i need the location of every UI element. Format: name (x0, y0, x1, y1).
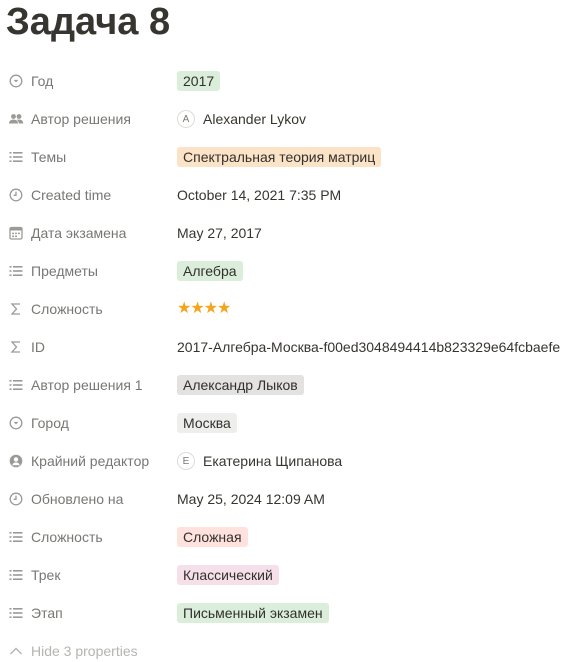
avatar: E (177, 452, 195, 470)
property-value-id[interactable]: 2017-Алгебра-Москва-f00ed3048494414b8233… (177, 328, 560, 366)
property-value-year[interactable]: 2017 (177, 62, 221, 100)
property-row-id: ID 2017-Алгебра-Москва-f00ed3048494414b8… (0, 328, 581, 366)
people-icon (8, 111, 24, 127)
property-label: Обновлено на (31, 491, 124, 507)
property-label: Этап (31, 605, 63, 621)
property-name-subjects[interactable]: Предметы (6, 252, 171, 290)
property-value-stage[interactable]: Письменный экзамен (177, 594, 329, 632)
property-name-topics[interactable]: Темы (6, 138, 171, 176)
avatar: A (177, 110, 195, 128)
property-row-topics: Темы Спектральная теория матриц (0, 138, 581, 176)
property-name-difficulty[interactable]: Сложность (6, 518, 171, 556)
property-label: Created time (31, 187, 112, 203)
property-value-updated-at[interactable]: May 25, 2024 12:09 AM (177, 480, 325, 518)
clock-icon (8, 491, 24, 507)
city-tag: Москва (177, 413, 237, 433)
chevron-up-icon (8, 643, 24, 659)
property-label: Предметы (31, 263, 98, 279)
property-row-city: Город Москва (0, 404, 581, 442)
sigma-icon (8, 301, 24, 317)
subject-tag: Алгебра (177, 261, 243, 281)
property-value-difficulty-rating[interactable]: ★★★★ (177, 290, 231, 328)
difficulty-tag: Сложная (177, 527, 248, 547)
property-row-stage: Этап Письменный экзамен (0, 594, 581, 632)
properties-list: Год 2017 Автор решения A Alexander Lykov… (0, 62, 581, 632)
property-value-last-editor[interactable]: E Екатерина Щипанова (177, 442, 342, 480)
property-value-city[interactable]: Москва (177, 404, 237, 442)
property-name-solution-author[interactable]: Автор решения (6, 100, 171, 138)
property-label: Город (31, 415, 69, 431)
property-row-track: Трек Классический (0, 556, 581, 594)
select-icon (8, 73, 24, 89)
property-label: Год (31, 73, 54, 89)
property-name-last-editor[interactable]: Крайний редактор (6, 442, 171, 480)
topic-tag: Спектральная теория матриц (177, 147, 382, 167)
sigma-icon (8, 339, 24, 355)
updated-at-value: May 25, 2024 12:09 AM (177, 491, 325, 507)
property-value-created-time[interactable]: October 14, 2021 7:35 PM (177, 176, 341, 214)
property-row-difficulty-rating: Сложность ★★★★ (0, 290, 581, 328)
property-value-subjects[interactable]: Алгебра (177, 252, 243, 290)
property-value-solution-author-1[interactable]: Александр Лыков (177, 366, 304, 404)
list-icon (8, 605, 24, 621)
year-tag: 2017 (177, 71, 221, 91)
clock-icon (8, 187, 24, 203)
list-icon (8, 149, 24, 165)
list-icon (8, 529, 24, 545)
created-time-value: October 14, 2021 7:35 PM (177, 187, 342, 203)
property-name-difficulty-rating[interactable]: Сложность (6, 290, 171, 328)
property-row-difficulty: Сложность Сложная (0, 518, 581, 556)
person-name: Alexander Lykov (203, 111, 306, 127)
property-label: ID (31, 339, 45, 355)
property-row-solution-author-1: Автор решения 1 Александр Лыков (0, 366, 581, 404)
star-rating: ★★★★ (177, 300, 231, 317)
stage-tag: Письменный экзамен (177, 603, 329, 623)
property-row-subjects: Предметы Алгебра (0, 252, 581, 290)
person-name: Екатерина Щипанова (203, 453, 343, 469)
property-row-exam-date: Дата экзамена May 27, 2017 (0, 214, 581, 252)
property-name-city[interactable]: Город (6, 404, 171, 442)
page-title: Задача 8 (6, 1, 171, 43)
calendar-icon (8, 225, 24, 241)
property-name-stage[interactable]: Этап (6, 594, 171, 632)
property-name-track[interactable]: Трек (6, 556, 171, 594)
property-row-solution-author: Автор решения A Alexander Lykov (0, 100, 581, 138)
property-row-updated-at: Обновлено на May 25, 2024 12:09 AM (0, 480, 581, 518)
property-value-topics[interactable]: Спектральная теория матриц (177, 138, 382, 176)
property-label: Сложность (31, 529, 103, 545)
property-label: Темы (31, 149, 67, 165)
exam-date-value: May 27, 2017 (177, 225, 262, 241)
property-name-id[interactable]: ID (6, 328, 171, 366)
property-label: Автор решения 1 (31, 377, 143, 393)
author-tag: Александр Лыков (177, 375, 304, 395)
list-icon (8, 377, 24, 393)
property-name-year[interactable]: Год (6, 62, 171, 100)
property-row-created-time: Created time October 14, 2021 7:35 PM (0, 176, 581, 214)
id-value: 2017-Алгебра-Москва-f00ed3048494414b8233… (177, 339, 561, 355)
property-value-solution-author[interactable]: A Alexander Lykov (177, 100, 306, 138)
property-row-year: Год 2017 (0, 62, 581, 100)
select-icon (8, 415, 24, 431)
property-label: Автор решения (31, 111, 131, 127)
property-name-created-time[interactable]: Created time (6, 176, 171, 214)
property-value-difficulty[interactable]: Сложная (177, 518, 248, 556)
property-label: Трек (31, 567, 61, 583)
property-name-solution-author-1[interactable]: Автор решения 1 (6, 366, 171, 404)
property-value-exam-date[interactable]: May 27, 2017 (177, 214, 262, 252)
property-name-updated-at[interactable]: Обновлено на (6, 480, 171, 518)
property-name-exam-date[interactable]: Дата экзамена (6, 214, 171, 252)
property-label: Крайний редактор (31, 453, 150, 469)
property-row-last-editor: Крайний редактор E Екатерина Щипанова (0, 442, 581, 480)
hide-properties-label: Hide 3 properties (31, 643, 138, 659)
track-tag: Классический (177, 565, 279, 585)
property-label: Сложность (31, 301, 103, 317)
property-label: Дата экзамена (31, 225, 127, 241)
person-circle-icon (8, 453, 24, 469)
list-icon (8, 263, 24, 279)
list-icon (8, 567, 24, 583)
property-value-track[interactable]: Классический (177, 556, 279, 594)
